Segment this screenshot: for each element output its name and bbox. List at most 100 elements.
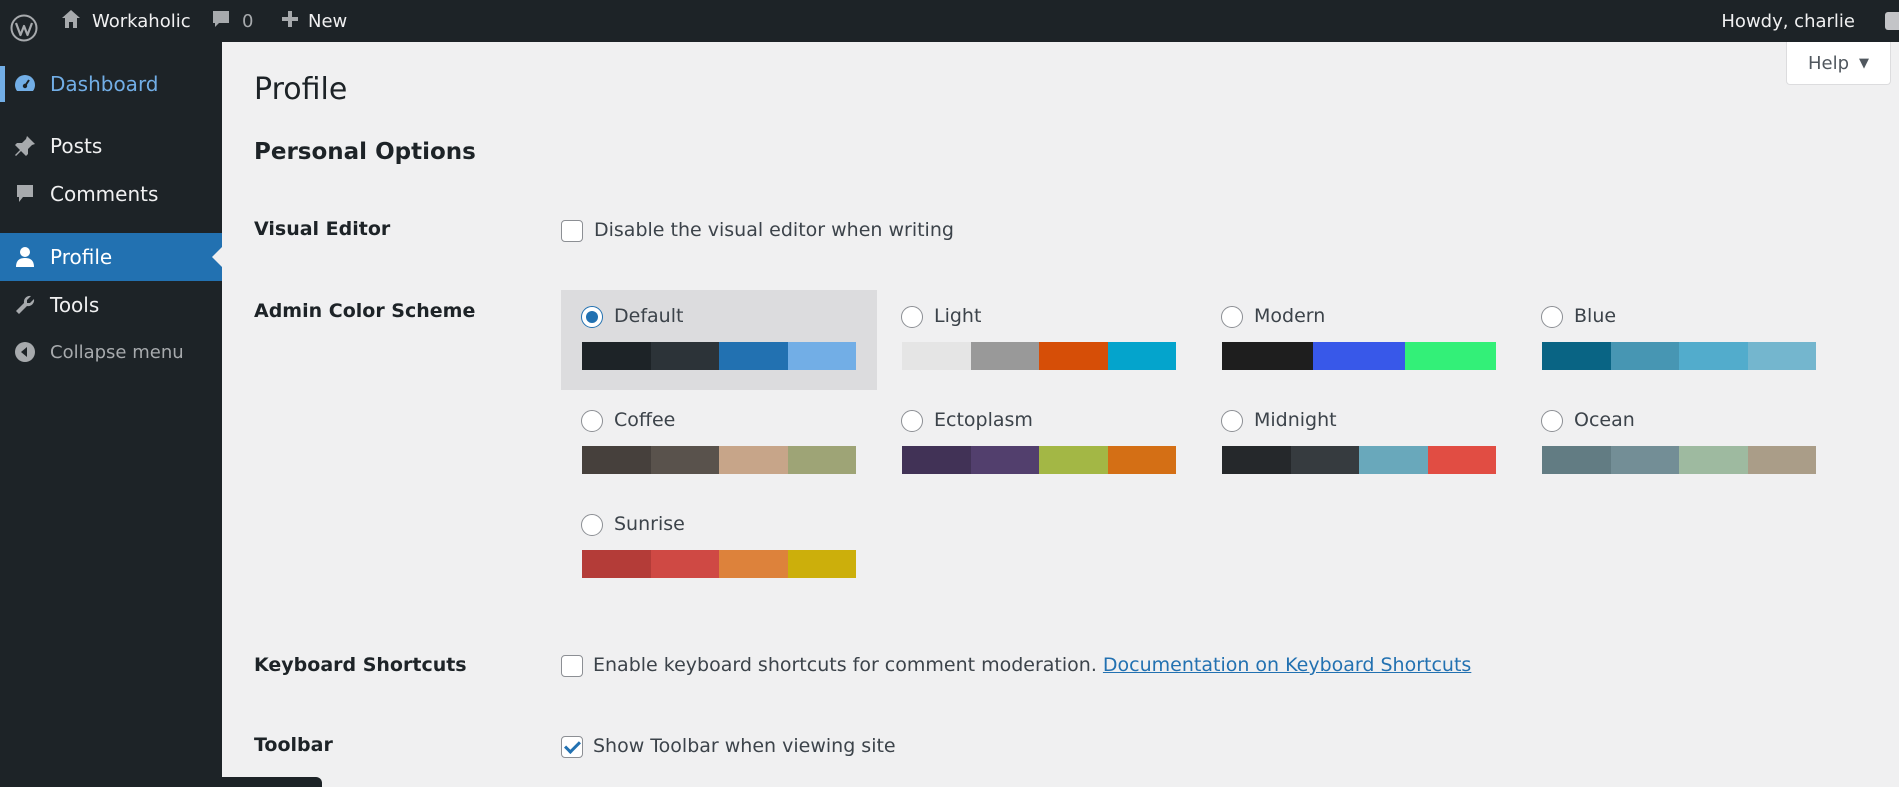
visual-editor-label: Visual Editor: [254, 218, 391, 240]
keyboard-shortcuts-label: Keyboard Shortcuts: [254, 654, 467, 676]
color-swatch: [1610, 342, 1679, 370]
color-swatch: [650, 342, 719, 370]
color-swatch: [1679, 446, 1748, 474]
color-scheme-radio[interactable]: [581, 410, 603, 432]
comments-count: 0: [242, 10, 254, 32]
keyboard-shortcuts-checkbox[interactable]: [561, 655, 583, 677]
color-scheme-name: Modern: [1254, 305, 1326, 327]
toolbar-checkbox[interactable]: [561, 736, 583, 758]
sidebar-item-label: Dashboard: [50, 72, 159, 96]
keyboard-shortcuts-option-text[interactable]: Enable keyboard shortcuts for comment mo…: [593, 654, 1097, 676]
color-swatch: [650, 446, 719, 474]
color-scheme-option-midnight[interactable]: Midnight: [1201, 394, 1517, 494]
color-swatch: [1107, 446, 1176, 474]
color-swatch: [902, 342, 971, 370]
color-scheme-name: Default: [614, 305, 684, 327]
section-title: Personal Options: [254, 139, 476, 165]
comment-bubble-icon: [210, 8, 232, 35]
color-swatch: [787, 446, 856, 474]
color-swatch: [719, 446, 788, 474]
color-scheme-radio[interactable]: [901, 410, 923, 432]
color-scheme-radio[interactable]: [1221, 410, 1243, 432]
color-scheme-radio[interactable]: [581, 306, 603, 328]
sidebar-item-comments[interactable]: Comments: [0, 170, 222, 218]
collapse-arrow-icon: [12, 339, 38, 365]
color-swatch: [1039, 446, 1108, 474]
admin-sidebar: Dashboard Posts Comments Profile Tools C…: [0, 42, 222, 787]
sidebar-item-dashboard[interactable]: Dashboard: [0, 60, 222, 108]
color-swatch: [1542, 446, 1611, 474]
visual-editor-option-text[interactable]: Disable the visual editor when writing: [594, 219, 954, 241]
help-label: Help: [1807, 52, 1850, 74]
site-name-link[interactable]: Workaholic: [60, 0, 191, 42]
avatar: [1885, 12, 1899, 30]
color-scheme-option-blue[interactable]: Blue: [1521, 290, 1837, 390]
color-swatch: [902, 446, 971, 474]
sidebar-item-tools[interactable]: Tools: [0, 281, 222, 329]
color-swatch: [1039, 342, 1108, 370]
color-scheme-option-ectoplasm[interactable]: Ectoplasm: [881, 394, 1197, 494]
sidebar-item-label: Posts: [50, 134, 103, 158]
color-scheme-radio[interactable]: [901, 306, 923, 328]
toolbar-label: Toolbar: [254, 734, 333, 756]
color-swatches: [1542, 446, 1816, 474]
color-scheme-radio[interactable]: [1221, 306, 1243, 328]
color-scheme-option-modern[interactable]: Modern: [1201, 290, 1517, 390]
pin-icon: [12, 133, 38, 159]
color-swatches: [902, 342, 1176, 370]
color-scheme-radio[interactable]: [1541, 306, 1563, 328]
home-icon: [60, 8, 82, 35]
color-swatch: [1290, 446, 1359, 474]
sidebar-item-label: Profile: [50, 245, 113, 269]
sidebar-item-posts[interactable]: Posts: [0, 122, 222, 170]
sidebar-item-label: Comments: [50, 182, 159, 206]
color-swatch: [1747, 342, 1816, 370]
plus-icon: [280, 9, 300, 34]
color-scheme-option-sunrise[interactable]: Sunrise: [561, 498, 877, 598]
new-content-link[interactable]: New: [280, 0, 347, 42]
color-scheme-name: Midnight: [1254, 409, 1337, 431]
account-menu[interactable]: Howdy, charlie: [1721, 0, 1899, 42]
help-tab-button[interactable]: Help ▼: [1786, 42, 1891, 85]
color-swatch: [1404, 342, 1496, 370]
color-swatch: [1107, 342, 1176, 370]
page-title: Profile: [254, 72, 348, 107]
sidebar-item-profile[interactable]: Profile: [0, 233, 222, 281]
color-swatch: [582, 342, 651, 370]
color-scheme-radio[interactable]: [1541, 410, 1563, 432]
color-swatches: [1222, 342, 1496, 370]
toolbar-option-text[interactable]: Show Toolbar when viewing site: [593, 735, 896, 757]
color-swatches: [1542, 342, 1816, 370]
visual-editor-checkbox[interactable]: [561, 220, 583, 242]
comment-icon: [12, 181, 38, 207]
color-swatch: [1359, 446, 1428, 474]
color-swatch: [1679, 342, 1748, 370]
color-swatch: [1222, 342, 1314, 370]
color-scheme-option-default[interactable]: Default: [561, 290, 877, 390]
color-scheme-name: Ocean: [1574, 409, 1635, 431]
color-swatches: [582, 342, 856, 370]
color-swatch: [970, 446, 1039, 474]
color-scheme-name: Light: [934, 305, 982, 327]
comments-link[interactable]: 0: [210, 0, 253, 42]
howdy-text: Howdy, charlie: [1721, 10, 1855, 32]
keyboard-shortcuts-docs-link[interactable]: Documentation on Keyboard Shortcuts: [1103, 654, 1471, 676]
color-scheme-name: Blue: [1574, 305, 1617, 327]
color-scheme-option-coffee[interactable]: Coffee: [561, 394, 877, 494]
color-swatch: [1610, 446, 1679, 474]
color-swatch: [582, 446, 651, 474]
color-swatch: [1222, 446, 1291, 474]
color-swatch: [1427, 446, 1496, 474]
collapse-menu-button[interactable]: Collapse menu: [0, 328, 222, 376]
site-name-label: Workaholic: [92, 10, 191, 32]
color-swatch: [787, 550, 856, 578]
color-swatches: [902, 446, 1176, 474]
color-swatches: [582, 550, 856, 578]
color-swatches: [1222, 446, 1496, 474]
color-scheme-radio[interactable]: [581, 514, 603, 536]
color-scheme-option-ocean[interactable]: Ocean: [1521, 394, 1837, 494]
color-swatch: [1747, 446, 1816, 474]
sidebar-item-label: Tools: [50, 293, 100, 317]
color-scheme-option-light[interactable]: Light: [881, 290, 1197, 390]
color-swatch: [719, 550, 788, 578]
